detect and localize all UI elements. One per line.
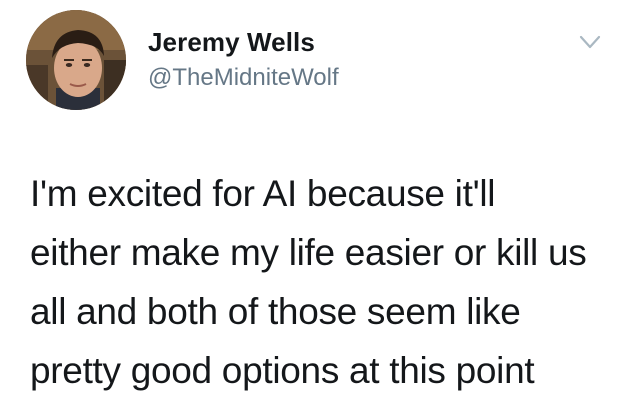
tweet-text: I'm excited for AI because it'll either … [30,164,610,400]
avatar-photo [26,10,126,110]
tweet-text-line: I'm excited for AI because it'll [30,173,496,214]
tweet-text-line: all and both of those seem like [30,291,521,332]
tweet-card: Jeremy Wells @TheMidniteWolf I'm excited… [0,0,623,403]
author-handle[interactable]: @TheMidniteWolf [148,64,339,92]
author-display-name[interactable]: Jeremy Wells [148,27,315,58]
tweet-text-line: pretty good options at this point [30,350,535,391]
tweet-text-line: either make my life easier or kill us [30,232,587,273]
chevron-down-icon[interactable] [575,30,605,54]
avatar[interactable] [26,10,126,110]
